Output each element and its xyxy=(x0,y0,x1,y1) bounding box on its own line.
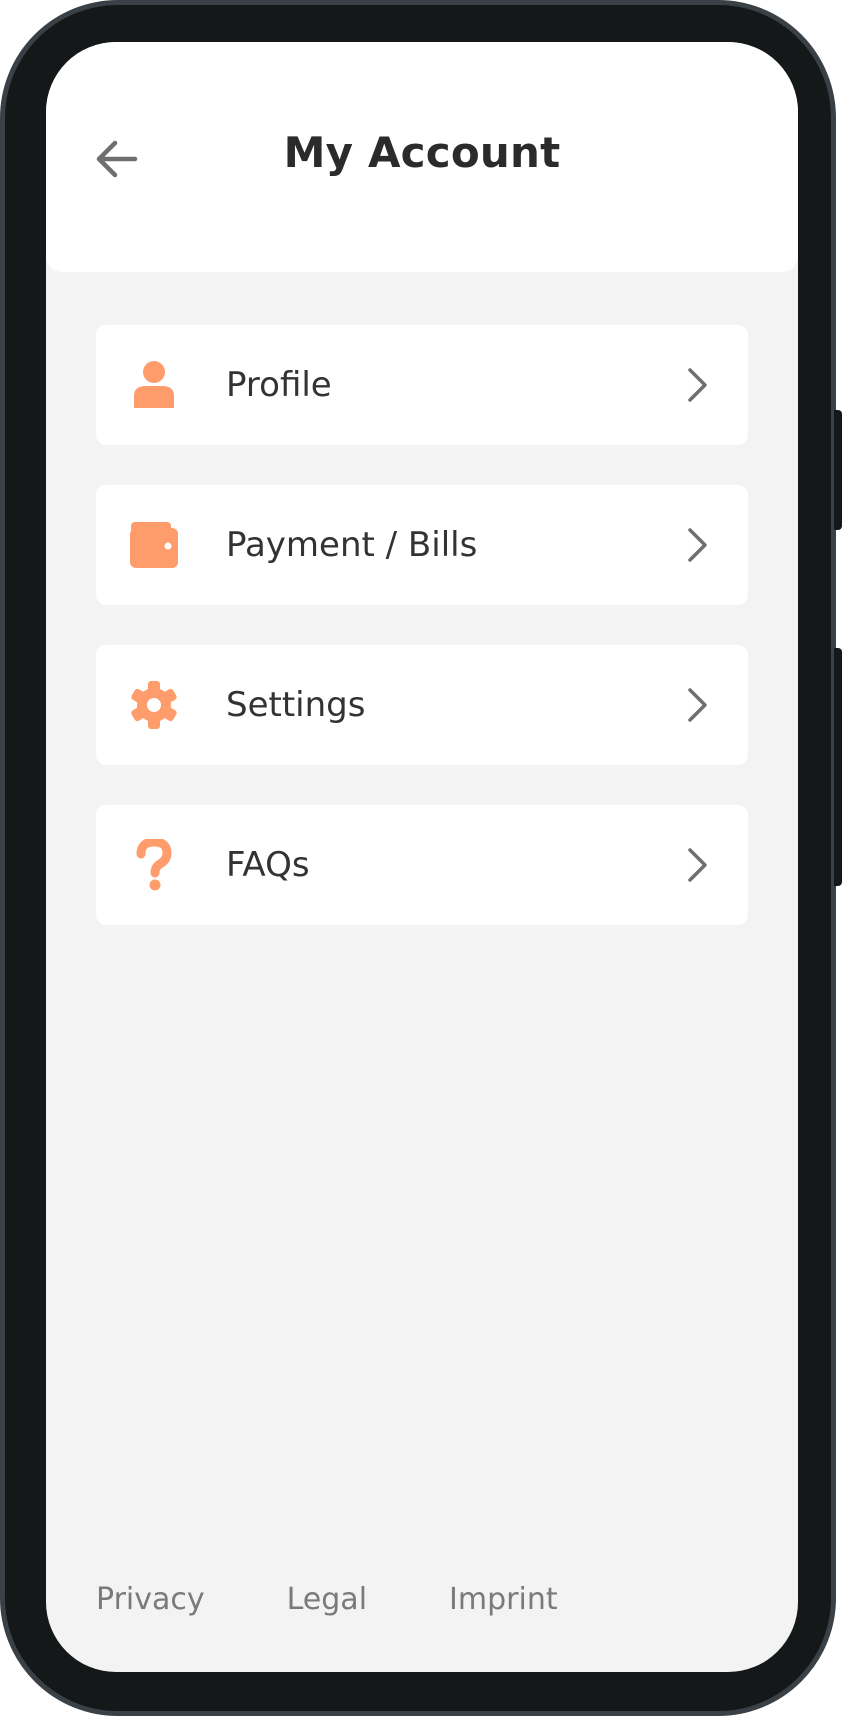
menu-item-label: Payment / Bills xyxy=(226,525,478,565)
side-button-power xyxy=(834,410,842,530)
menu-item-settings[interactable]: Settings xyxy=(96,645,748,765)
wallet-icon xyxy=(128,519,180,571)
app-screen: My Account Profile Payment / Bills Setti… xyxy=(46,42,798,1672)
side-button-volume xyxy=(834,648,842,886)
user-icon xyxy=(128,359,180,411)
menu-item-faqs[interactable]: FAQs xyxy=(96,805,748,925)
menu-item-label: Settings xyxy=(226,685,366,725)
phone-device: My Account Profile Payment / Bills Setti… xyxy=(0,0,842,1716)
chevron-right-icon xyxy=(678,365,718,405)
footer-link-privacy[interactable]: Privacy xyxy=(96,1582,205,1617)
menu-item-label: Profile xyxy=(226,365,332,405)
chevron-right-icon xyxy=(678,685,718,725)
chevron-right-icon xyxy=(678,845,718,885)
page-title: My Account xyxy=(283,128,561,177)
menu-item-profile[interactable]: Profile xyxy=(96,325,748,445)
question-icon xyxy=(128,839,180,891)
footer-link-legal[interactable]: Legal xyxy=(287,1582,367,1617)
footer-link-imprint[interactable]: Imprint xyxy=(449,1582,558,1617)
footer-links: Privacy Legal Imprint xyxy=(96,1582,558,1617)
app-header: My Account xyxy=(46,42,798,272)
menu-item-label: FAQs xyxy=(226,845,310,885)
account-menu: Profile Payment / Bills Settings FAQs xyxy=(96,325,748,965)
menu-item-payment-bills[interactable]: Payment / Bills xyxy=(96,485,748,605)
gear-icon xyxy=(128,679,180,731)
chevron-right-icon xyxy=(678,525,718,565)
